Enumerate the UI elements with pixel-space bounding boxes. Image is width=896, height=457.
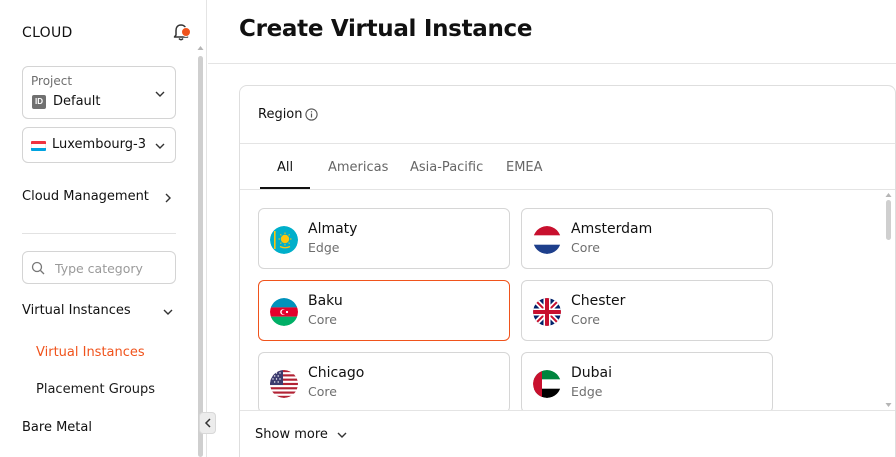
azerbaijan-flag-icon — [270, 298, 298, 326]
category-search[interactable] — [22, 251, 176, 284]
region-name: Almaty — [308, 221, 358, 237]
region-type: Edge — [571, 384, 603, 399]
region-option-dubai[interactable]: Dubai Edge — [521, 352, 773, 413]
region-name: Chester — [571, 293, 626, 309]
chevron-down-icon — [155, 91, 165, 97]
active-tab-indicator — [260, 187, 310, 189]
info-icon[interactable] — [305, 108, 318, 121]
region-name: Dubai — [571, 365, 613, 381]
netherlands-flag-icon — [533, 226, 561, 254]
sidebar: CLOUD Project ID Default Luxembourg-3 Cl… — [0, 0, 207, 457]
brand-logo-text: CLOUD — [22, 25, 73, 41]
region-type: Core — [308, 312, 337, 327]
chevron-down-icon — [155, 143, 165, 149]
chevron-down-icon — [337, 432, 347, 438]
category-search-input[interactable] — [55, 258, 170, 278]
scroll-up-arrow-icon[interactable] — [885, 192, 892, 198]
chevron-right-icon — [165, 193, 171, 203]
scroll-up-arrow-icon[interactable] — [197, 45, 204, 51]
region-type: Edge — [308, 240, 340, 255]
project-id-badge: ID — [32, 95, 46, 109]
region-name: Baku — [308, 293, 343, 309]
region-list-scrollbar[interactable] — [886, 200, 891, 240]
region-option-chester[interactable]: Chester Core — [521, 280, 773, 341]
nav-bare-metal[interactable]: Bare Metal — [22, 420, 176, 435]
chevron-left-icon — [204, 418, 211, 428]
scroll-down-arrow-icon[interactable] — [885, 402, 892, 408]
region-option-almaty[interactable]: Almaty Edge — [258, 208, 510, 269]
show-more-button[interactable]: Show more — [255, 427, 348, 442]
tab-asia-pacific[interactable]: Asia-Pacific — [410, 160, 483, 175]
usa-flag-icon — [270, 370, 298, 398]
region-selector[interactable]: Luxembourg-3 — [22, 127, 176, 163]
kazakhstan-flag-icon — [270, 226, 298, 254]
nav-virtual-instances-group[interactable]: Virtual Instances — [22, 303, 176, 318]
project-label: Project — [31, 74, 73, 88]
tab-all[interactable]: All — [277, 160, 293, 175]
search-icon — [31, 261, 45, 275]
chevron-down-icon — [163, 309, 173, 315]
show-more-label: Show more — [255, 427, 328, 442]
notification-dot — [181, 27, 191, 37]
region-card-section: Region All Americas Asia-Pacific EMEA Al… — [239, 85, 896, 457]
sidebar-item-placement-groups[interactable]: Placement Groups — [36, 382, 155, 397]
card-footer: Show more — [240, 410, 895, 457]
region-type: Core — [571, 240, 600, 255]
nav-virtual-instances-group-label: Virtual Instances — [22, 303, 131, 318]
page-title: Create Virtual Instance — [239, 16, 533, 42]
collapse-sidebar-button[interactable] — [199, 412, 216, 434]
region-type: Core — [571, 312, 600, 327]
region-selector-value: Luxembourg-3 — [52, 137, 146, 152]
project-value: Default — [53, 94, 101, 109]
tab-americas[interactable]: Americas — [328, 160, 388, 175]
region-name: Chicago — [308, 365, 365, 381]
page-header: Create Virtual Instance — [208, 0, 896, 64]
region-option-amsterdam[interactable]: Amsterdam Core — [521, 208, 773, 269]
sidebar-item-virtual-instances[interactable]: Virtual Instances — [36, 345, 145, 360]
project-selector[interactable]: Project ID Default — [22, 66, 176, 119]
region-option-chicago[interactable]: Chicago Core — [258, 352, 510, 413]
sidebar-divider — [22, 233, 176, 234]
nav-cloud-management[interactable]: Cloud Management — [22, 189, 176, 204]
region-tabs: All Americas Asia-Pacific EMEA — [240, 143, 895, 190]
nav-cloud-management-label: Cloud Management — [22, 189, 149, 204]
region-name: Amsterdam — [571, 221, 653, 237]
sidebar-scrollbar[interactable] — [198, 56, 203, 457]
region-type: Core — [308, 384, 337, 399]
tab-emea[interactable]: EMEA — [506, 160, 543, 175]
region-option-baku[interactable]: Baku Core — [258, 280, 510, 341]
region-label: Region — [258, 107, 303, 122]
luxembourg-flag-icon — [31, 141, 46, 151]
uk-flag-icon — [533, 298, 561, 326]
uae-flag-icon — [533, 370, 561, 398]
